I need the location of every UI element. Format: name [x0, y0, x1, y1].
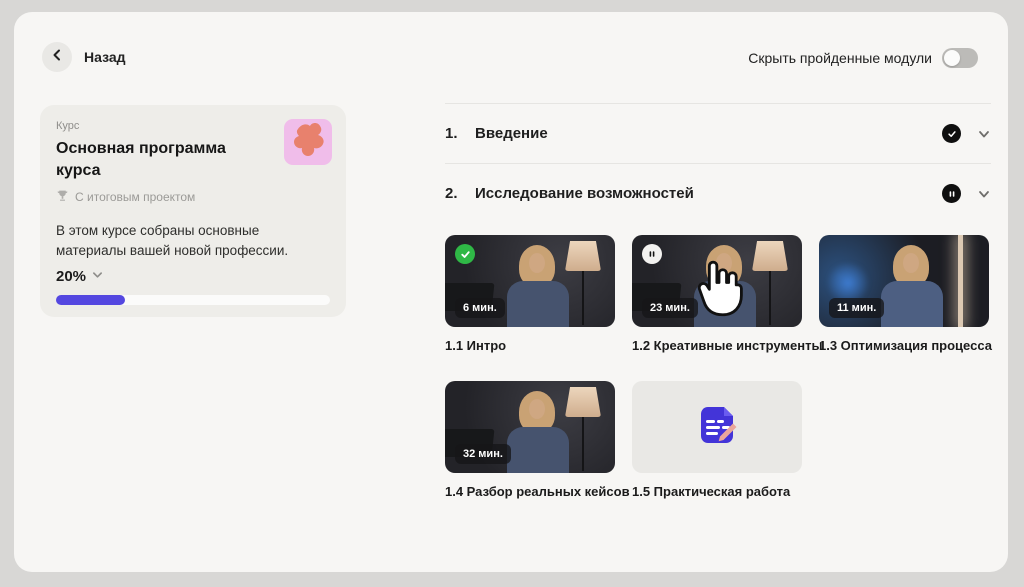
- lesson-title: 1.5 Практическая работа: [632, 484, 802, 499]
- presenter-figure: [503, 245, 573, 327]
- duration-badge: 6 мин.: [455, 298, 505, 318]
- presenter-figure: [877, 245, 947, 327]
- lesson-card-1-3[interactable]: 11 мин. 1.3 Оптимизация процесса: [819, 235, 989, 353]
- lesson-card-1-2[interactable]: 23 мин. 1.2 Креативные инструменты: [632, 235, 802, 353]
- chevron-down-icon: [92, 267, 103, 285]
- toggle-knob: [944, 50, 960, 66]
- blue-light-decoration: [825, 263, 871, 303]
- app-window: Назад Скрыть пройденные модули Курс Осно…: [14, 12, 1008, 572]
- check-circle-green-icon: [455, 244, 475, 264]
- hide-completed-toggle[interactable]: [942, 48, 978, 68]
- trophy-icon: [56, 189, 69, 205]
- lesson-title: 1.2 Креативные инструменты: [632, 338, 802, 353]
- lesson-title: 1.3 Оптимизация процесса: [819, 338, 989, 353]
- back-label[interactable]: Назад: [84, 49, 126, 65]
- light-strip-decoration: [958, 235, 963, 327]
- progress-bar: [56, 295, 330, 305]
- pause-circle-icon: [942, 184, 961, 203]
- lesson-card-1-1[interactable]: 6 мин. 1.1 Интро: [445, 235, 615, 353]
- module-list: 1. Введение 2. Исследование возможностей: [445, 103, 991, 499]
- check-circle-icon: [942, 124, 961, 143]
- lesson-title: 1.1 Интро: [445, 338, 615, 353]
- duration-badge: 32 мин.: [455, 444, 511, 464]
- video-thumbnail[interactable]: 23 мин.: [632, 235, 802, 327]
- module-row-2[interactable]: 2. Исследование возможностей: [445, 163, 991, 223]
- back-button[interactable]: [42, 42, 72, 72]
- module-number: 2.: [445, 185, 475, 202]
- course-title: Основная программа курса: [56, 138, 266, 181]
- module-row-1[interactable]: 1. Введение: [445, 103, 991, 163]
- pause-circle-white-icon: [642, 244, 662, 264]
- hand-pointer-icon: [690, 257, 748, 323]
- lesson-card-1-5[interactable]: 1.5 Практическая работа: [632, 381, 802, 499]
- lesson-grid: 6 мин. 1.1 Интро 23 мин.: [445, 235, 991, 499]
- course-card: Курс Основная программа курса С итоговым…: [40, 105, 346, 317]
- chevron-down-icon[interactable]: [977, 127, 991, 141]
- course-feature-label: С итоговым проектом: [75, 190, 195, 204]
- progress-bar-fill: [56, 295, 125, 305]
- presenter-figure: [503, 391, 573, 473]
- practice-thumbnail[interactable]: [632, 381, 802, 473]
- chevron-left-icon: [51, 48, 63, 66]
- course-thumbnail: [284, 119, 332, 165]
- hide-completed-toggle-row: Скрыть пройденные модули: [748, 48, 978, 68]
- toggle-label: Скрыть пройденные модули: [748, 50, 932, 66]
- document-pencil-icon: [693, 401, 741, 454]
- course-feature-row: С итоговым проектом: [56, 189, 330, 205]
- video-thumbnail[interactable]: 32 мин.: [445, 381, 615, 473]
- module-title: Исследование возможностей: [475, 185, 942, 202]
- chevron-down-icon[interactable]: [977, 187, 991, 201]
- video-thumbnail[interactable]: 11 мин.: [819, 235, 989, 327]
- lesson-title: 1.4 Разбор реальных кейсов: [445, 484, 615, 499]
- progress-percent-label: 20%: [56, 268, 86, 285]
- course-description: В этом курсе собраны основные материалы …: [56, 221, 321, 262]
- video-thumbnail[interactable]: 6 мин.: [445, 235, 615, 327]
- lesson-card-1-4[interactable]: 32 мин. 1.4 Разбор реальных кейсов: [445, 381, 615, 499]
- module-number: 1.: [445, 125, 475, 142]
- abstract-blob-icon: [284, 119, 332, 165]
- progress-expander[interactable]: 20%: [56, 267, 103, 285]
- duration-badge: 11 мин.: [829, 298, 884, 318]
- module-title: Введение: [475, 125, 942, 142]
